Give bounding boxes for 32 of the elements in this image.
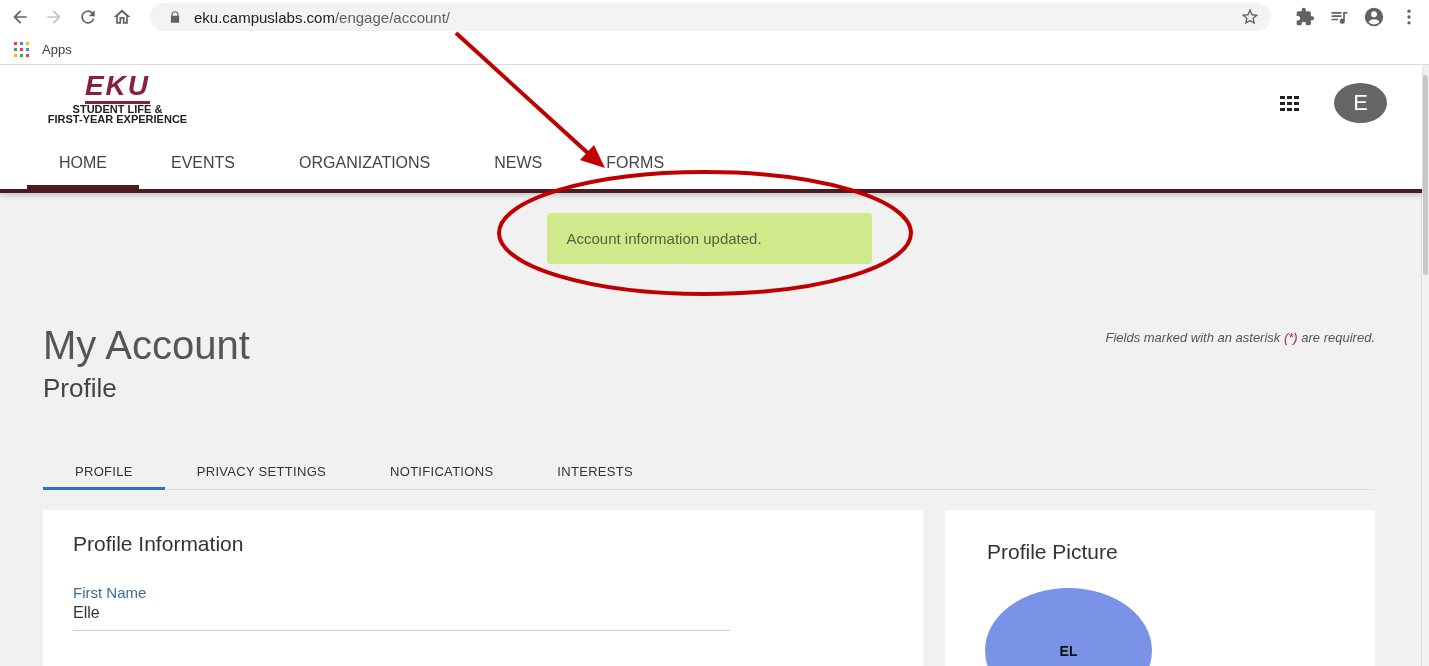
apps-icon[interactable] [1280, 95, 1300, 111]
account-icon[interactable] [1363, 6, 1385, 28]
logo-subtitle: FIRST-YEAR EXPERIENCE [47, 114, 188, 124]
tab[interactable]: PROFILE [43, 456, 165, 490]
user-avatar[interactable]: E [1334, 83, 1387, 123]
required-fields-note: Fields marked with an asterisk (*) are required. [1105, 330, 1375, 345]
card-title: Profile Information [73, 532, 245, 556]
logo-wordmark[interactable]: EKU [84, 71, 151, 104]
scrollbar-thumb[interactable] [1423, 75, 1428, 275]
card-title: Profile Picture [987, 540, 1119, 564]
text-field[interactable]: First Name Elle [73, 584, 730, 631]
puzzle-icon[interactable] [1295, 7, 1315, 27]
logo-subtitle: STUDENT LIFE & [72, 104, 163, 114]
nav-link[interactable]: HOME [27, 141, 139, 191]
nav-link[interactable]: FORMS [574, 141, 697, 191]
success-message: Account information updated. [546, 213, 872, 264]
page-title: My Account [43, 322, 250, 369]
lock-icon [168, 10, 182, 24]
apps-grid-icon [14, 41, 29, 57]
tab[interactable]: PRIVACY SETTINGS [164, 456, 359, 490]
tab[interactable]: NOTIFICATIONS [358, 456, 526, 490]
section-title: Profile [43, 372, 118, 405]
star-icon[interactable] [1241, 8, 1259, 26]
reload-icon[interactable] [78, 7, 98, 27]
home-icon[interactable] [112, 7, 132, 27]
profile-picture-avatar: EL [985, 588, 1152, 666]
nav-link[interactable]: ORGANIZATIONS [267, 141, 463, 191]
bookmark-link[interactable]: Apps [14, 41, 72, 57]
nav-link[interactable]: EVENTS [139, 141, 267, 191]
nav-link[interactable]: NEWS [462, 141, 575, 191]
tab[interactable]: INTERESTS [525, 456, 665, 490]
address-bar[interactable]: eku.campuslabs.com/engage/account/ [150, 3, 1271, 31]
